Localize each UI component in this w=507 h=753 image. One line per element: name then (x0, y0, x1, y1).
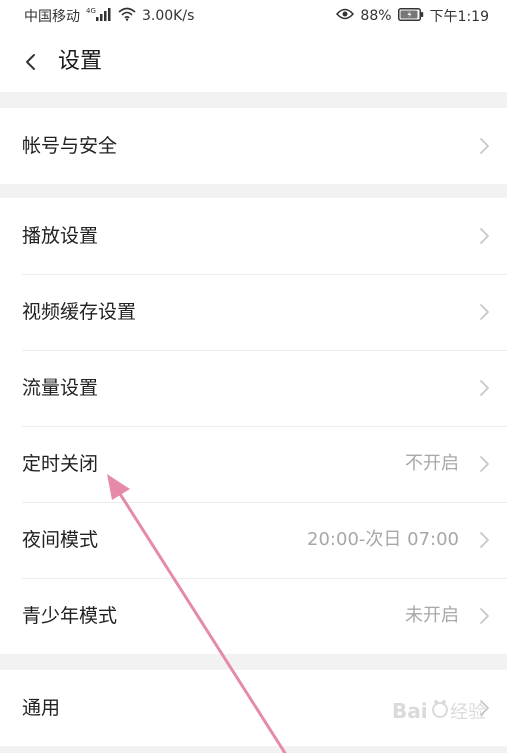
clock-time: 下午1:19 (429, 9, 489, 25)
eye-icon (336, 8, 355, 24)
settings-row-value: 20:00-次日 07:00 (307, 529, 459, 550)
network-type: 4G (86, 7, 96, 15)
page-title: 设置 (58, 49, 103, 74)
settings-row-label: 定时关闭 (22, 453, 99, 475)
settings-row-general[interactable]: 通用 (0, 670, 507, 746)
settings-row-label: 帐号与安全 (22, 135, 118, 157)
status-bar: 中国移动 4G 3.00K/s 88% 下午1:19 (0, 0, 507, 32)
settings-row-account-security[interactable]: 帐号与安全 (0, 108, 507, 184)
settings-row-label: 夜间模式 (22, 529, 99, 551)
settings-row-teen-mode[interactable]: 青少年模式 未开启 (0, 578, 507, 654)
nav-bar: 设置 (0, 32, 507, 92)
chevron-right-icon (480, 304, 489, 320)
chevron-right-icon (480, 228, 489, 244)
status-right: 88% 下午1:19 (336, 6, 489, 26)
settings-row-label: 通用 (22, 697, 61, 719)
chevron-right-icon (480, 700, 489, 716)
status-left: 中国移动 4G 3.00K/s (24, 6, 194, 26)
settings-row-value: 未开启 (405, 605, 459, 626)
settings-row-data-usage[interactable]: 流量设置 (0, 350, 507, 426)
signal-icon: 4G (86, 6, 112, 26)
settings-group-playback: 播放设置 视频缓存设置 流量设置 定时关闭 不开启 夜间模式 20:00-次日 … (0, 198, 507, 654)
carrier-name: 中国移动 (24, 9, 80, 25)
settings-row-label: 播放设置 (22, 225, 99, 247)
settings-row-label: 视频缓存设置 (22, 301, 137, 323)
settings-row-video-cache[interactable]: 视频缓存设置 (0, 274, 507, 350)
settings-row-playback[interactable]: 播放设置 (0, 198, 507, 274)
chevron-left-icon (26, 54, 35, 70)
settings-group-general: 通用 (0, 670, 507, 746)
back-button[interactable] (18, 46, 46, 78)
settings-row-sleep-timer[interactable]: 定时关闭 不开启 (0, 426, 507, 502)
chevron-right-icon (480, 380, 489, 396)
settings-group-account: 帐号与安全 (0, 108, 507, 184)
chevron-right-icon (480, 456, 489, 472)
chevron-right-icon (480, 532, 489, 548)
chevron-right-icon (480, 608, 489, 624)
battery-icon (397, 7, 424, 25)
chevron-right-icon (480, 138, 489, 154)
settings-row-label: 青少年模式 (22, 605, 118, 627)
wifi-icon (118, 7, 136, 25)
settings-row-label: 流量设置 (22, 377, 99, 399)
settings-row-night-mode[interactable]: 夜间模式 20:00-次日 07:00 (0, 502, 507, 578)
battery-percent: 88% (360, 8, 392, 24)
network-speed: 3.00K/s (142, 8, 195, 24)
settings-row-value: 不开启 (405, 453, 459, 474)
